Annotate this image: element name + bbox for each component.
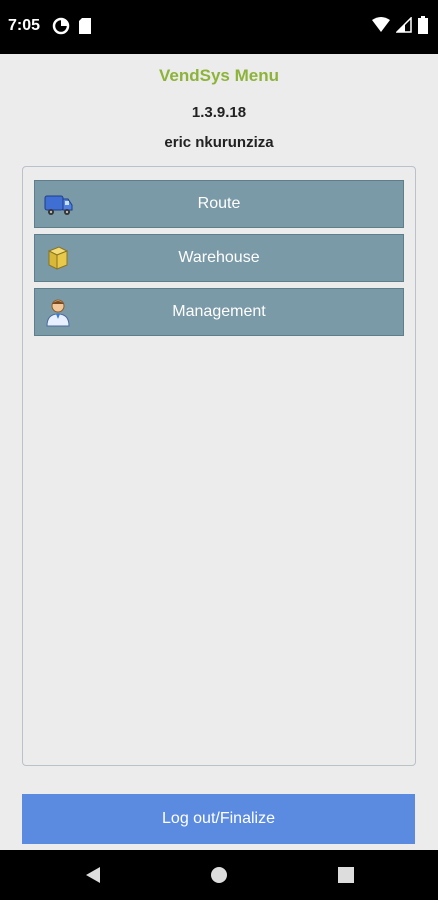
menu-item-label: Management <box>172 303 266 320</box>
user-name: eric nkurunziza <box>164 134 274 151</box>
truck-icon <box>43 189 73 219</box>
back-icon[interactable] <box>84 865 102 890</box>
data-saver-icon <box>52 17 70 40</box>
status-time: 7:05 <box>8 17 41 34</box>
signal-icon <box>395 16 412 38</box>
box-icon <box>43 243 73 273</box>
app-version: 1.3.9.18 <box>191 104 247 121</box>
logout-button[interactable]: Log out/Finalize <box>22 794 415 844</box>
manager-icon <box>43 297 73 327</box>
sd-card-icon <box>78 17 92 40</box>
menu-item-warehouse[interactable]: Warehouse <box>34 234 404 282</box>
menu-panel: Route Warehouse Management <box>22 166 416 766</box>
menu-item-route[interactable]: Route <box>34 180 404 228</box>
wifi-icon <box>372 17 390 38</box>
menu-item-label: Route <box>197 195 241 212</box>
app-title: VendSys Menu <box>159 66 279 85</box>
nav-bar <box>0 850 438 900</box>
menu-item-label: Warehouse <box>178 249 260 266</box>
recents-icon[interactable] <box>337 865 355 890</box>
status-bar: 7:05 <box>0 0 438 54</box>
menu-item-management[interactable]: Management <box>34 288 404 336</box>
home-icon[interactable] <box>210 865 228 890</box>
battery-icon <box>418 16 428 39</box>
